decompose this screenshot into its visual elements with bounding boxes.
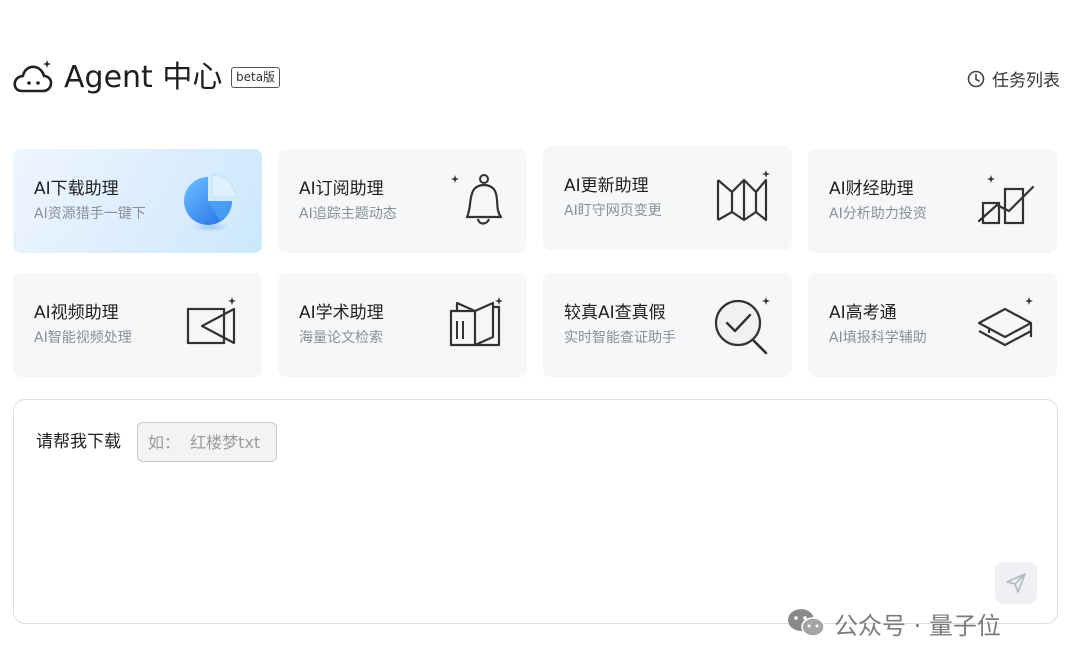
- watermark-text: 公众号 · 量子位: [834, 611, 1001, 640]
- card-ai-academic[interactable]: AI学术助理 海量论文检索: [278, 273, 527, 377]
- card-fact-check[interactable]: 较真AI查真假 实时智能查证助手: [543, 273, 792, 377]
- card-desc: AI填报科学辅助: [829, 330, 927, 346]
- card-title: AI下载助理: [34, 179, 119, 199]
- card-title: AI财经助理: [829, 179, 914, 199]
- card-title: 较真AI查真假: [564, 303, 666, 323]
- card-ai-update[interactable]: AI更新助理 AI盯守网页变更: [543, 146, 792, 250]
- card-desc: 海量论文检索: [299, 330, 383, 346]
- graduation-cap-icon: [977, 297, 1033, 347]
- send-button[interactable]: [995, 562, 1037, 604]
- prompt-box[interactable]: 请帮我下载: [13, 399, 1058, 624]
- card-title: AI视频助理: [34, 303, 119, 323]
- card-desc: AI资源猎手一键下: [34, 206, 146, 222]
- send-icon: [1006, 573, 1026, 593]
- task-list-button[interactable]: 任务列表: [967, 66, 1060, 91]
- task-list-label: 任务列表: [992, 71, 1060, 91]
- card-ai-subscribe[interactable]: AI订阅助理 AI追踪主题动态: [278, 149, 527, 253]
- card-title: AI高考通: [829, 303, 897, 323]
- download-target-input[interactable]: [137, 422, 277, 462]
- video-camera-icon: [186, 297, 236, 345]
- webpage-update-icon: [716, 170, 770, 222]
- header: Agent 中心 beta版 任务列表: [12, 58, 1060, 98]
- clock-icon: [967, 70, 985, 87]
- card-ai-finance[interactable]: AI财经助理 AI分析助力投资: [808, 149, 1057, 253]
- download-pie-icon: [184, 174, 237, 232]
- finance-chart-icon: [977, 175, 1035, 225]
- wechat-icon: [788, 609, 825, 637]
- card-title: AI学术助理: [299, 303, 384, 323]
- agent-center-page: Agent 中心 beta版 任务列表 AI下载助理 AI资源猎手一键下 AI订…: [0, 0, 1080, 666]
- card-desc: AI盯守网页变更: [564, 203, 662, 219]
- bell-icon: [451, 174, 503, 225]
- open-book-icon: [449, 297, 503, 347]
- page-title: Agent 中心: [64, 60, 223, 95]
- card-desc: AI智能视频处理: [34, 330, 132, 346]
- prompt-label: 请帮我下载: [36, 432, 121, 452]
- magnifier-check-icon: [714, 297, 770, 355]
- watermark: 公众号 · 量子位: [786, 606, 1001, 640]
- card-ai-gaokao[interactable]: AI高考通 AI填报科学辅助: [808, 273, 1057, 377]
- cloud-logo-icon: [13, 60, 53, 93]
- card-ai-download[interactable]: AI下载助理 AI资源猎手一键下: [13, 149, 262, 253]
- card-ai-video[interactable]: AI视频助理 AI智能视频处理: [13, 273, 262, 377]
- beta-badge: beta版: [231, 67, 281, 88]
- card-desc: AI追踪主题动态: [299, 206, 397, 222]
- card-desc: AI分析助力投资: [829, 206, 927, 222]
- card-desc: 实时智能查证助手: [564, 330, 676, 346]
- card-title: AI订阅助理: [299, 179, 384, 199]
- card-title: AI更新助理: [564, 176, 649, 196]
